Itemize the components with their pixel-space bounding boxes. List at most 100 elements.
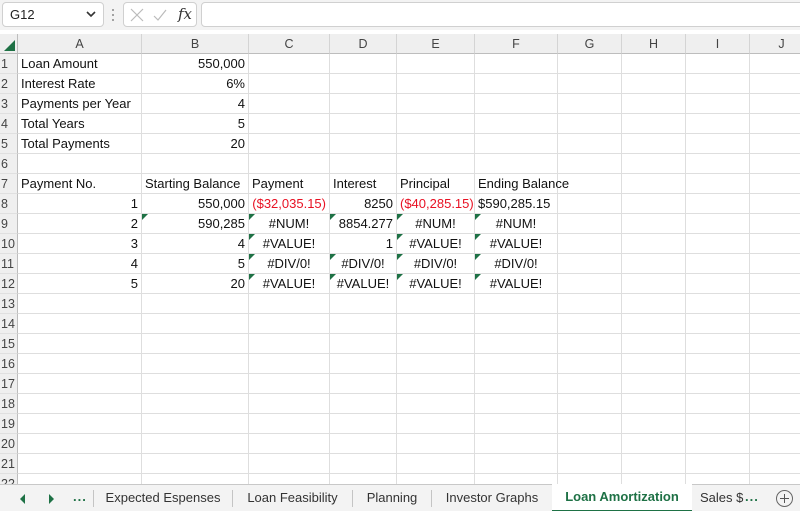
cell-h17[interactable] xyxy=(622,374,686,394)
cell-b18[interactable] xyxy=(142,394,249,414)
cell-d11[interactable]: #DIV/0! xyxy=(330,254,397,274)
cell-h5[interactable] xyxy=(622,134,686,154)
cell-f2[interactable] xyxy=(475,74,558,94)
cell-j16[interactable] xyxy=(750,354,800,374)
cell-d16[interactable] xyxy=(330,354,397,374)
cell-i19[interactable] xyxy=(686,414,750,434)
cell-b22[interactable] xyxy=(142,474,249,484)
cell-b21[interactable] xyxy=(142,454,249,474)
cell-d6[interactable] xyxy=(330,154,397,174)
cell-a13[interactable] xyxy=(18,294,142,314)
chevron-down-icon[interactable] xyxy=(85,8,97,20)
cell-c14[interactable] xyxy=(249,314,330,334)
cell-i12[interactable] xyxy=(686,274,750,294)
column-header-h[interactable]: H xyxy=(622,34,686,54)
cell-i10[interactable] xyxy=(686,234,750,254)
cell-g14[interactable] xyxy=(558,314,622,334)
cell-a7[interactable]: Payment No. xyxy=(18,174,142,194)
row-header-8[interactable]: 8 xyxy=(0,194,18,214)
add-sheet-icon[interactable] xyxy=(776,490,793,507)
cell-a16[interactable] xyxy=(18,354,142,374)
cell-i9[interactable] xyxy=(686,214,750,234)
cell-f10[interactable]: #VALUE! xyxy=(475,234,558,254)
cell-e22[interactable] xyxy=(397,474,475,484)
cell-b19[interactable] xyxy=(142,414,249,434)
insert-function-icon[interactable]: fx xyxy=(178,5,192,23)
cell-j3[interactable] xyxy=(750,94,800,114)
cell-c1[interactable] xyxy=(249,54,330,74)
cell-d1[interactable] xyxy=(330,54,397,74)
cell-d18[interactable] xyxy=(330,394,397,414)
tab-investor-graphs[interactable]: Investor Graphs xyxy=(432,485,552,511)
cell-d8[interactable]: 8250 xyxy=(330,194,397,214)
more-tabs-right-button[interactable]: ... xyxy=(745,489,759,504)
cell-f7[interactable]: Ending Balance xyxy=(475,174,569,194)
cell-h3[interactable] xyxy=(622,94,686,114)
cell-g13[interactable] xyxy=(558,294,622,314)
cell-j21[interactable] xyxy=(750,454,800,474)
cell-h8[interactable] xyxy=(622,194,686,214)
cell-e9[interactable]: #NUM! xyxy=(397,214,475,234)
cell-g22[interactable] xyxy=(558,474,622,484)
row-header-7[interactable]: 7 xyxy=(0,174,18,194)
cell-h4[interactable] xyxy=(622,114,686,134)
cell-c2[interactable] xyxy=(249,74,330,94)
cell-f21[interactable] xyxy=(475,454,558,474)
cell-b13[interactable] xyxy=(142,294,249,314)
cell-b10[interactable]: 4 xyxy=(142,234,249,254)
row-header-9[interactable]: 9 xyxy=(0,214,18,234)
column-header-a[interactable]: A xyxy=(18,34,142,54)
cell-e3[interactable] xyxy=(397,94,475,114)
cell-g10[interactable] xyxy=(558,234,622,254)
cancel-icon[interactable] xyxy=(129,7,145,23)
cell-b12[interactable]: 20 xyxy=(142,274,249,294)
cell-j9[interactable] xyxy=(750,214,800,234)
cell-a3[interactable]: Payments per Year xyxy=(18,94,142,114)
cell-d3[interactable] xyxy=(330,94,397,114)
cell-c10[interactable]: #VALUE! xyxy=(249,234,330,254)
cell-c20[interactable] xyxy=(249,434,330,454)
cell-h20[interactable] xyxy=(622,434,686,454)
cell-i8[interactable] xyxy=(686,194,750,214)
cell-d9[interactable]: 8854.277 xyxy=(330,214,397,234)
cell-i6[interactable] xyxy=(686,154,750,174)
cell-j22[interactable] xyxy=(750,474,800,484)
cell-j14[interactable] xyxy=(750,314,800,334)
cell-a21[interactable] xyxy=(18,454,142,474)
cell-f15[interactable] xyxy=(475,334,558,354)
cell-h2[interactable] xyxy=(622,74,686,94)
cell-b4[interactable]: 5 xyxy=(142,114,249,134)
cell-d22[interactable] xyxy=(330,474,397,484)
cell-b20[interactable] xyxy=(142,434,249,454)
cell-e2[interactable] xyxy=(397,74,475,94)
cell-i22[interactable] xyxy=(686,474,750,484)
cell-h12[interactable] xyxy=(622,274,686,294)
cell-b2[interactable]: 6% xyxy=(142,74,249,94)
cell-h14[interactable] xyxy=(622,314,686,334)
cell-c4[interactable] xyxy=(249,114,330,134)
cell-g15[interactable] xyxy=(558,334,622,354)
cell-a14[interactable] xyxy=(18,314,142,334)
cell-h13[interactable] xyxy=(622,294,686,314)
cell-c17[interactable] xyxy=(249,374,330,394)
cell-i13[interactable] xyxy=(686,294,750,314)
cell-d4[interactable] xyxy=(330,114,397,134)
cell-b6[interactable] xyxy=(142,154,249,174)
cell-d5[interactable] xyxy=(330,134,397,154)
cell-a19[interactable] xyxy=(18,414,142,434)
row-header-20[interactable]: 20 xyxy=(0,434,18,454)
cell-j19[interactable] xyxy=(750,414,800,434)
cell-d17[interactable] xyxy=(330,374,397,394)
cell-c5[interactable] xyxy=(249,134,330,154)
column-header-i[interactable]: I xyxy=(686,34,750,54)
cell-i14[interactable] xyxy=(686,314,750,334)
cell-g16[interactable] xyxy=(558,354,622,374)
cell-j13[interactable] xyxy=(750,294,800,314)
cell-c15[interactable] xyxy=(249,334,330,354)
tab-loan-feasibility[interactable]: Loan Feasibility xyxy=(233,485,352,511)
row-header-16[interactable]: 16 xyxy=(0,354,18,374)
cell-d7[interactable]: Interest xyxy=(330,174,397,194)
cell-i4[interactable] xyxy=(686,114,750,134)
cell-e4[interactable] xyxy=(397,114,475,134)
name-box[interactable]: G12 xyxy=(2,2,104,27)
